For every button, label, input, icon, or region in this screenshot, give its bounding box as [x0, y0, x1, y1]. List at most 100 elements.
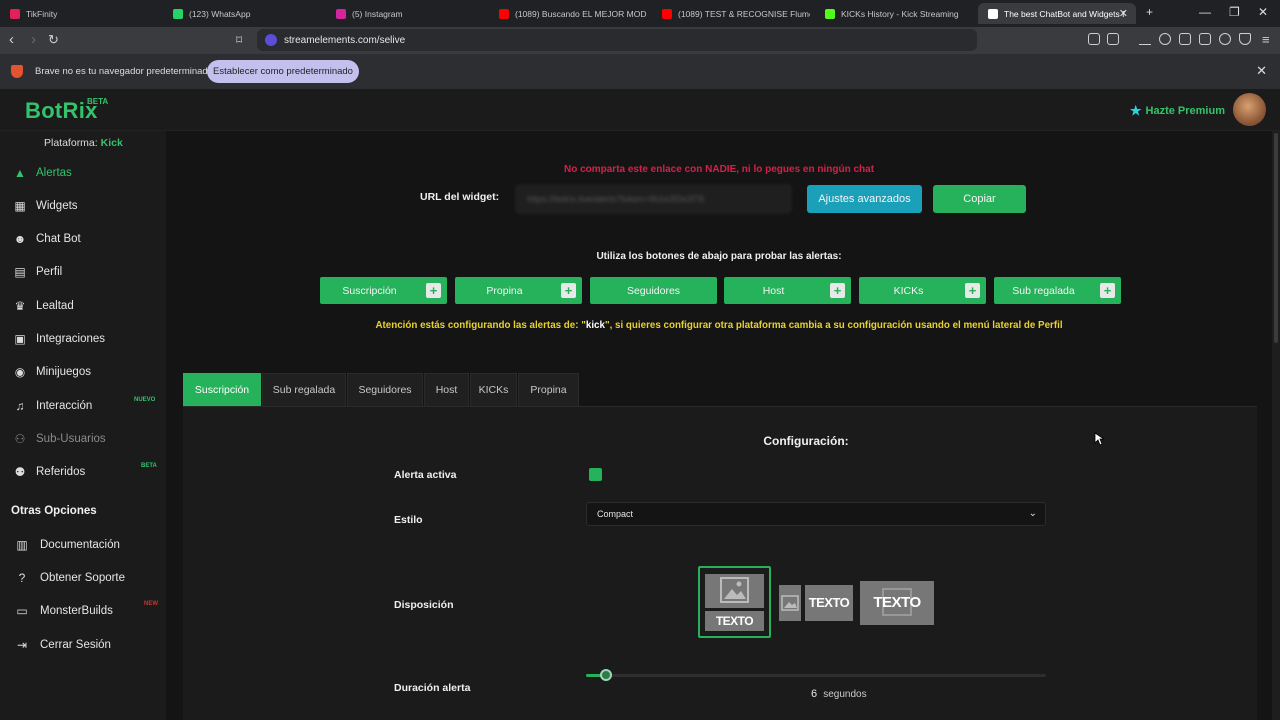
- tab-seguidores[interactable]: Seguidores: [347, 373, 423, 406]
- scrollbar-thumb[interactable]: [1274, 133, 1278, 343]
- duration-readout: 6 segundos: [811, 688, 867, 700]
- sidebar-item-documentaci-n[interactable]: ▥ Documentación: [14, 536, 120, 554]
- test-alert-button[interactable]: Sub regalada +: [994, 277, 1121, 304]
- test-alert-button[interactable]: Propina +: [455, 277, 582, 304]
- browser-tab[interactable]: (5) Instagram: [326, 3, 484, 24]
- tab-host[interactable]: Host: [424, 373, 469, 406]
- address-text: streamelements.com/selive: [284, 34, 406, 46]
- tab-propina[interactable]: Propina: [518, 373, 579, 406]
- test-alert-button[interactable]: KICKs +: [859, 277, 986, 304]
- browser-tab[interactable]: (1089) TEST & RECOGNISE Flume Re: [652, 3, 810, 24]
- style-label: Estilo: [394, 514, 423, 526]
- brave-shield-icon[interactable]: [1239, 33, 1251, 45]
- back-icon[interactable]: ‹: [9, 31, 14, 48]
- favicon-icon: [825, 8, 835, 19]
- bookmark-icon[interactable]: ⌑: [236, 33, 242, 47]
- share-warning: No comparta este enlace con NADIE, ni lo…: [563, 164, 875, 175]
- sidebar-item-label: Integraciones: [36, 333, 106, 345]
- image-placeholder-icon: [779, 585, 801, 621]
- sidebar-icon[interactable]: [1179, 33, 1191, 45]
- music-icon[interactable]: [1159, 33, 1171, 45]
- browser-tab[interactable]: KICKs History - Kick Streaming: [815, 3, 973, 24]
- attention-platform: kick: [585, 320, 605, 331]
- wallet-icon[interactable]: [1199, 33, 1211, 45]
- sidebar-item-minijuegos[interactable]: ◉ Minijuegos: [12, 363, 91, 381]
- favicon-icon: [336, 8, 346, 19]
- layout-option-inline[interactable]: TEXTO: [779, 585, 853, 621]
- browser-tab[interactable]: (123) WhatsApp: [163, 3, 321, 24]
- premium-link[interactable]: ★ Hazte Premium: [1130, 103, 1225, 119]
- leo-ai-icon[interactable]: [1219, 33, 1231, 45]
- test-alert-button[interactable]: Host +: [724, 277, 851, 304]
- mouse-cursor-icon: [1094, 432, 1104, 446]
- browser-tab[interactable]: (1089) Buscando EL MEJOR MOD NU: [489, 3, 647, 24]
- menu-icon[interactable]: ≡: [1262, 32, 1270, 47]
- brave-logo-icon: [11, 65, 23, 78]
- sidebar-item-perfil[interactable]: ▤ Perfil: [12, 263, 62, 281]
- robot-icon: ☻: [13, 232, 27, 246]
- sidebar-item-label: Alertas: [36, 167, 72, 179]
- copy-button[interactable]: Copiar: [933, 185, 1026, 213]
- screenshot-icon[interactable]: [1107, 33, 1119, 45]
- style-value: Compact: [597, 509, 634, 519]
- minimize-button[interactable]: —: [1199, 5, 1211, 19]
- plus-icon: +: [830, 283, 845, 298]
- sidebar-item-monsterbuilds[interactable]: ▭ MonsterBuilds: [14, 602, 113, 620]
- browser-tab-title: (1089) Buscando EL MEJOR MOD NU: [515, 8, 647, 19]
- layout-option-overlay[interactable]: TEXTO: [860, 581, 934, 625]
- browser-tab[interactable]: TikFinity: [0, 3, 158, 24]
- sidebar-item-chat-bot[interactable]: ☻ Chat Bot: [12, 230, 81, 248]
- widget-url-label: URL del widget:: [420, 191, 500, 203]
- new-tab-button[interactable]: +: [1146, 5, 1153, 19]
- layout-option-stacked[interactable]: TEXTO: [698, 566, 771, 638]
- browser-tab-title: (123) WhatsApp: [189, 8, 251, 19]
- close-window-button[interactable]: ✕: [1258, 5, 1268, 19]
- grid-icon: ▦: [14, 199, 26, 213]
- users-icon: ⚇: [14, 432, 26, 446]
- sidebar-item-alertas[interactable]: ▲ Alertas: [12, 164, 72, 182]
- restore-button[interactable]: ❐: [1229, 5, 1240, 19]
- browser-tab-title: The best ChatBot and Widgets f: [1004, 8, 1125, 19]
- platform-label: Plataforma:: [44, 137, 98, 149]
- sidebar-item-cerrar-sesi-n[interactable]: ⇥ Cerrar Sesión: [14, 636, 111, 654]
- style-select[interactable]: Compact ⌄: [586, 502, 1046, 526]
- set-default-button[interactable]: Establecer como predeterminado: [207, 60, 359, 83]
- close-tab-icon[interactable]: ✕: [1119, 7, 1128, 20]
- test-alert-label: Propina: [486, 284, 523, 297]
- test-alert-button[interactable]: Seguidores: [590, 277, 717, 304]
- alert-active-checkbox[interactable]: [589, 468, 602, 481]
- sidebar-item-obtener-soporte[interactable]: ? Obtener Soporte: [14, 569, 125, 587]
- sidebar-item-referidos[interactable]: ⚉ Referidos: [12, 463, 86, 481]
- sidebar-item-widgets[interactable]: ▦ Widgets: [12, 197, 77, 215]
- duration-slider-track[interactable]: [586, 674, 1046, 677]
- download-icon[interactable]: [1139, 33, 1151, 45]
- extensions-icon[interactable]: [1088, 33, 1100, 45]
- sidebar-item-label: Referidos: [36, 466, 86, 478]
- star-icon: ★: [1129, 103, 1142, 118]
- alert-active-label: Alerta activa: [394, 469, 457, 481]
- test-alert-button[interactable]: Suscripción +: [320, 277, 447, 304]
- sidebar-item-interacci-n[interactable]: ♫ Interacción: [12, 397, 93, 415]
- duration-slider-thumb[interactable]: [600, 669, 612, 681]
- platform-value: Kick: [100, 137, 123, 149]
- browser-tab-title: (1089) TEST & RECOGNISE Flume Re: [678, 8, 810, 19]
- sidebar-item-integraciones[interactable]: ▣ Integraciones: [12, 330, 105, 348]
- reload-icon[interactable]: ↻: [48, 32, 59, 48]
- plus-icon: +: [561, 283, 576, 298]
- tab-sub-regalada[interactable]: Sub regalada: [262, 373, 346, 406]
- address-bar[interactable]: streamelements.com/selive: [257, 29, 977, 51]
- advanced-settings-button[interactable]: Ajustes avanzados: [807, 185, 922, 213]
- config-title: Configuración:: [763, 434, 849, 448]
- infobar-close-icon[interactable]: ✕: [1256, 63, 1267, 79]
- tab-suscripci-n[interactable]: Suscripción: [183, 373, 261, 406]
- sidebar-item-lealtad[interactable]: ♛ Lealtad: [12, 297, 74, 315]
- id-card-icon: ▤: [14, 265, 26, 279]
- browser-tab[interactable]: The best ChatBot and Widgets f ✕: [978, 3, 1136, 24]
- book-icon: ▥: [16, 538, 28, 552]
- tab-kicks[interactable]: KICKs: [470, 373, 517, 406]
- sidebar-item-sub-usuarios[interactable]: ⚇ Sub-Usuarios: [12, 430, 106, 448]
- user-avatar[interactable]: [1233, 93, 1266, 126]
- other-options-heading: Otras Opciones: [11, 505, 97, 517]
- widget-url-input[interactable]: https://botrix.live/alerts?token=9b1e3f2…: [516, 185, 791, 213]
- forward-icon[interactable]: ›: [31, 31, 36, 48]
